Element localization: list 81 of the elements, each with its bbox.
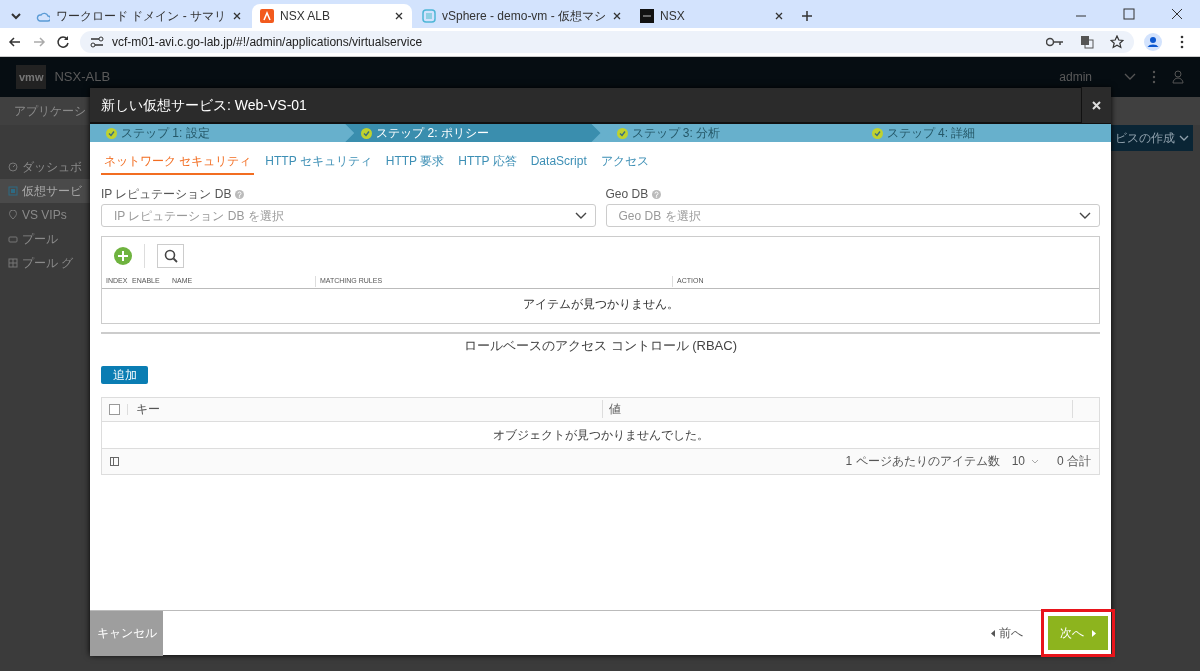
key-icon[interactable] — [1046, 37, 1064, 47]
tray-icon — [8, 234, 18, 244]
user-name[interactable]: admin — [1059, 68, 1092, 86]
sidebar-item[interactable]: プール — [0, 227, 90, 251]
section-heading: ロールベースのアクセス コントロール (RBAC) — [464, 338, 737, 353]
empty-message: オブジェクトが見つかりませんでした。 — [102, 421, 1099, 449]
user-icon[interactable] — [1172, 70, 1184, 84]
previous-button[interactable]: 前へ — [985, 623, 1029, 643]
grid-icon — [8, 258, 18, 268]
check-circle-icon — [106, 127, 117, 139]
chevron-down-icon — [1079, 212, 1091, 219]
reload-icon[interactable] — [56, 35, 70, 49]
wizard-step[interactable]: ステップ 2: ポリシー — [345, 124, 601, 142]
back-icon[interactable] — [8, 35, 22, 49]
translate-icon[interactable] — [1080, 35, 1094, 49]
field-label: IP レピュテーション DB — [101, 186, 232, 203]
chevron-down-icon — [1031, 458, 1039, 464]
logo: vmw — [16, 64, 47, 90]
sidebar-item[interactable]: VS VIPs — [0, 203, 90, 227]
next-button[interactable]: 次へ — [1048, 616, 1108, 650]
close-icon[interactable] — [232, 11, 242, 21]
maximize-icon[interactable] — [1121, 6, 1137, 22]
policy-tab[interactable]: アクセス — [597, 150, 652, 175]
empty-message: アイテムが見つかりません。 — [521, 296, 680, 313]
policy-tab[interactable]: HTTP セキュリティ — [262, 150, 375, 175]
new-tab-icon[interactable] — [800, 9, 815, 23]
columns-icon[interactable] — [110, 456, 119, 466]
caret-left-icon — [991, 629, 995, 637]
dialog-title: 新しい仮想サービス: Web-VS-01 — [100, 95, 308, 115]
logo-icon — [640, 9, 655, 23]
add-icon[interactable] — [114, 247, 132, 265]
policy-tab[interactable]: HTTP 要求 — [382, 150, 448, 175]
chevron-down-icon — [574, 212, 587, 219]
close-icon[interactable] — [394, 11, 404, 21]
total-count: 0 合計 — [1057, 453, 1091, 470]
page-size-select[interactable]: 10 — [1011, 452, 1039, 470]
check-circle-icon — [616, 127, 628, 139]
sidebar-item[interactable]: ダッシュボ — [0, 155, 90, 179]
checkbox[interactable] — [109, 403, 120, 415]
chevron-down-icon[interactable] — [1124, 73, 1136, 81]
sidebar-item[interactable]: 仮想サービ — [0, 179, 90, 203]
dropdown[interactable]: IP レピュテーション DB を選択 — [101, 204, 596, 227]
app-title: NSX-ALB — [54, 68, 111, 87]
close-button[interactable] — [1081, 87, 1111, 123]
caret-right-icon — [1092, 629, 1096, 637]
site-settings-icon — [90, 36, 104, 48]
close-icon — [1092, 100, 1101, 110]
check-circle-icon — [361, 127, 373, 139]
star-icon[interactable] — [1110, 35, 1124, 49]
policy-tab[interactable]: HTTP 応答 — [455, 150, 520, 175]
page-size-label: 1 ページあたりのアイテム数 — [845, 453, 1000, 470]
browser-tab[interactable]: NSX — [632, 4, 793, 28]
browser-tab[interactable]: NSX ALB — [252, 4, 412, 28]
logo-icon — [260, 9, 274, 23]
close-icon[interactable] — [774, 11, 785, 21]
cancel-button[interactable]: キャンセル — [90, 610, 163, 656]
pin-icon — [8, 210, 18, 220]
sidebar-item[interactable]: プール グ — [0, 251, 90, 275]
search-icon — [163, 249, 178, 263]
gauge-icon — [8, 162, 18, 172]
browser-tab[interactable]: ワークロード ドメイン - サマリ — [28, 4, 250, 28]
check-circle-icon — [871, 127, 883, 139]
add-button[interactable]: 追加 — [101, 365, 148, 384]
field-label: Geo DB — [605, 186, 649, 203]
policy-tab[interactable]: DataScript — [527, 150, 590, 175]
address-bar[interactable]: vcf-m01-avi.c.go-lab.jp/#!/admin/applications/virtualservice — [80, 31, 1134, 53]
chevron-down-icon — [1179, 134, 1189, 142]
search-button[interactable] — [157, 244, 184, 268]
nav-tab[interactable]: アプリケーシ — [14, 102, 86, 120]
column-header: キー — [128, 400, 603, 418]
logo-icon — [422, 9, 436, 23]
browser-tab[interactable]: vSphere - demo-vm - 仮想マシ — [414, 4, 631, 28]
close-icon[interactable] — [1169, 6, 1185, 22]
more-icon[interactable] — [1180, 35, 1184, 49]
square-icon — [8, 186, 18, 196]
close-icon[interactable] — [612, 11, 623, 21]
dropdown[interactable]: Geo DB を選択 — [605, 204, 1100, 227]
policy-tab[interactable]: ネットワーク セキュリティ — [101, 150, 255, 175]
profile-icon[interactable] — [1144, 33, 1162, 51]
column-header: 値 — [603, 400, 1073, 418]
create-button[interactable]: ビスの作成 — [1111, 125, 1193, 151]
